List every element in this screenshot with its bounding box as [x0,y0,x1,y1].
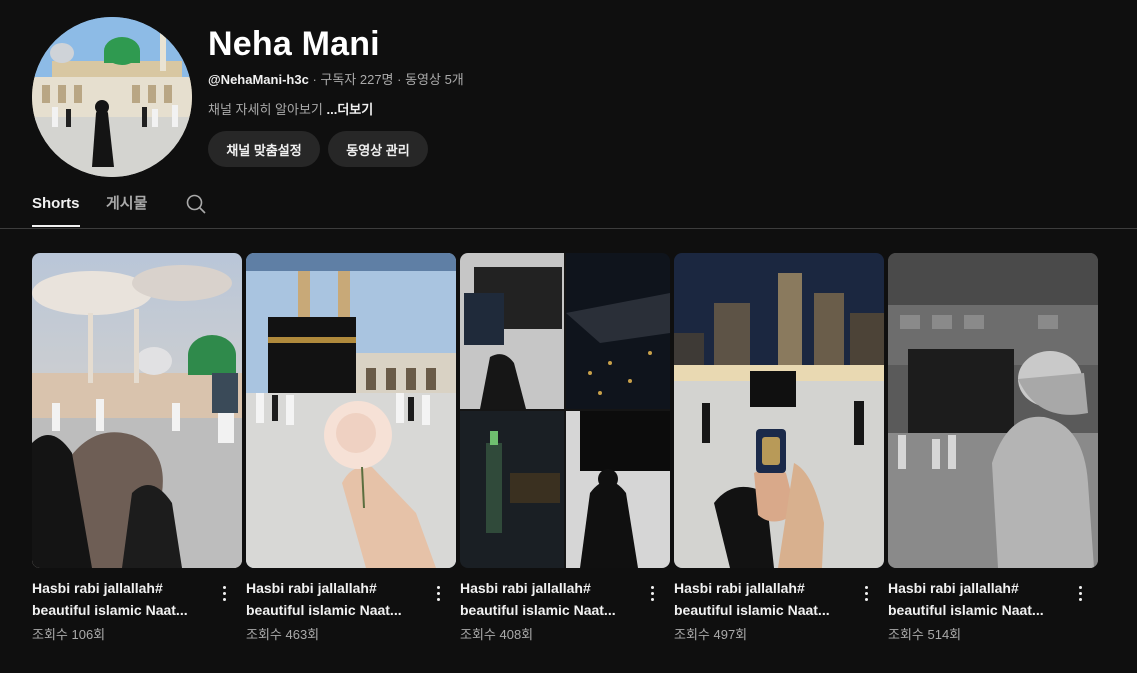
short-title[interactable]: Hasbi rabi jallallah# beautiful islamic … [674,577,850,621]
short-thumbnail[interactable] [888,253,1098,568]
channel-stats: · 구독자 227명 · 동영상 5개 [312,72,464,87]
short-title-line2: beautiful islamic Naat... [674,602,830,618]
short-title-line2: beautiful islamic Naat... [888,602,1044,618]
short-views: 조회수 106회 [32,627,106,642]
short-card[interactable]: Hasbi rabi jallallah# beautiful islamic … [674,253,884,653]
more-vert-icon[interactable] [214,581,234,605]
short-title-line1: Hasbi rabi jallallah# [888,580,1019,596]
about-text: 채널 자세히 알아보기 [208,102,323,117]
manage-videos-button[interactable]: 동영상 관리 [328,131,428,167]
short-title-line2: beautiful islamic Naat... [32,602,188,618]
short-views: 조회수 497회 [674,627,748,642]
short-views: 조회수 463회 [246,627,320,642]
more-link[interactable]: ...더보기 [327,102,374,117]
more-vert-icon[interactable] [1070,581,1090,605]
short-thumbnail[interactable] [246,253,456,568]
tab-shorts[interactable]: Shorts [32,194,80,214]
search-icon[interactable] [184,192,208,216]
short-title[interactable]: Hasbi rabi jallallah# beautiful islamic … [888,577,1064,621]
short-card[interactable]: Hasbi rabi jallallah# beautiful islamic … [460,253,670,653]
short-title[interactable]: Hasbi rabi jallallah# beautiful islamic … [32,577,208,621]
short-title-line1: Hasbi rabi jallallah# [674,580,805,596]
short-views: 조회수 514회 [888,627,962,642]
short-title-line2: beautiful islamic Naat... [246,602,402,618]
channel-meta: @NehaMani-h3c · 구독자 227명 · 동영상 5개 [208,72,464,88]
short-card[interactable]: Hasbi rabi jallallah# beautiful islamic … [888,253,1098,653]
short-views: 조회수 408회 [460,627,534,642]
short-card[interactable]: Hasbi rabi jallallah# beautiful islamic … [32,253,242,653]
short-title-line1: Hasbi rabi jallallah# [32,580,163,596]
short-thumbnail[interactable] [460,253,670,568]
short-title-line2: beautiful islamic Naat... [460,602,616,618]
short-title-line1: Hasbi rabi jallallah# [246,580,377,596]
channel-avatar[interactable] [32,17,192,177]
tab-selected-indicator [32,225,80,227]
tabs-divider [0,228,1137,229]
channel-name: Neha Mani [208,25,380,63]
tab-posts[interactable]: 게시물 [106,194,147,214]
short-thumbnail[interactable] [32,253,242,568]
channel-handle: @NehaMani-h3c [208,72,309,87]
short-title[interactable]: Hasbi rabi jallallah# beautiful islamic … [460,577,636,621]
customize-channel-button[interactable]: 채널 맞춤설정 [208,131,320,167]
short-title[interactable]: Hasbi rabi jallallah# beautiful islamic … [246,577,422,621]
short-title-line1: Hasbi rabi jallallah# [460,580,591,596]
channel-tabs: Shorts 게시물 [0,186,1137,229]
more-vert-icon[interactable] [856,581,876,605]
more-vert-icon[interactable] [428,581,448,605]
more-vert-icon[interactable] [642,581,662,605]
channel-about[interactable]: 채널 자세히 알아보기 ...더보기 [208,102,373,118]
short-thumbnail[interactable] [674,253,884,568]
short-card[interactable]: Hasbi rabi jallallah# beautiful islamic … [246,253,456,653]
